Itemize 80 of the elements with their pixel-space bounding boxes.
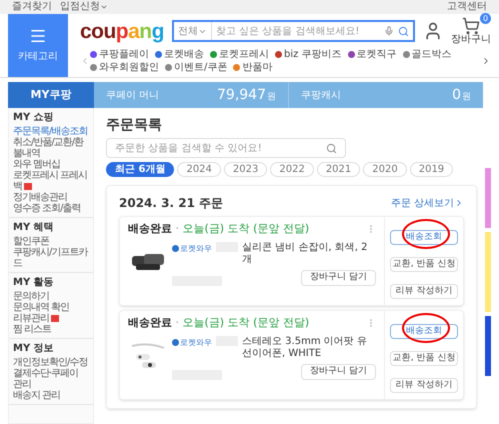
order-action-button[interactable]: 배송조회 <box>390 230 458 245</box>
stat-value: 0 원 <box>452 86 471 104</box>
category-icon <box>275 51 282 58</box>
order-action-button[interactable]: 리뷰 작성하기 <box>390 378 458 393</box>
sidebar-item[interactable]: 주문목록/배송조회 <box>13 126 89 137</box>
search-icon[interactable] <box>398 26 409 36</box>
category-icon <box>233 64 240 71</box>
period-chip[interactable]: 최근 6개월 <box>106 162 174 177</box>
period-chip[interactable]: 2020 <box>363 162 407 177</box>
sidebar-item[interactable]: 정기배송관리 <box>13 192 89 203</box>
sidebar-heading: MY 쇼핑 <box>13 111 55 124</box>
my-coupang-title: MY쿠팡 <box>8 82 94 108</box>
sidebar-item[interactable]: 문의하기 <box>13 291 89 302</box>
order-detail-link[interactable]: 주문 상세보기 <box>390 196 464 210</box>
order-search-field[interactable]: 주문한 상품을 검색할 수 있어요! <box>106 138 346 158</box>
microphone-icon[interactable] <box>384 26 394 36</box>
sidebar-item[interactable]: 할인쿠폰 <box>13 236 89 247</box>
sidebar-item[interactable]: 와우 멤버십 <box>13 159 89 170</box>
nav-link[interactable]: 로켓직구 <box>348 48 397 61</box>
category-menu-button[interactable]: 카테고리 <box>8 14 68 77</box>
sidebar-item[interactable]: 결제수단·쿠페이 관리 <box>13 368 89 390</box>
rocket-wow-badge: 로켓와우 <box>172 242 212 254</box>
product-name[interactable]: 실리콘 냄비 손잡이, 회색, 2개 <box>242 242 376 266</box>
cart-label[interactable]: 장바구니 <box>451 35 491 45</box>
sidebar-item[interactable]: 쿠팡캐시/기프트카드 <box>13 247 89 269</box>
category-icon <box>348 51 355 58</box>
period-chip[interactable]: 2019 <box>410 162 454 177</box>
search-input[interactable]: 찾고 싶은 상품을 검색해보세요! <box>212 24 380 38</box>
nav-link[interactable]: 로켓프레시 <box>210 48 269 61</box>
period-chip[interactable]: 2021 <box>316 162 360 177</box>
order-action-button[interactable]: 배송조회 <box>390 324 458 339</box>
nav-link[interactable]: 와우회원할인 <box>90 61 159 74</box>
category-select[interactable]: 전체 <box>174 22 212 40</box>
order-date: 2024. 3. 21 주문 <box>119 195 224 212</box>
order-action-button[interactable]: 교환, 반품 신청 <box>390 351 458 366</box>
add-to-cart-button[interactable]: 장바구니 담기 <box>301 364 376 380</box>
nav-link[interactable]: 로켓배송 <box>155 48 204 61</box>
logo[interactable]: coupang <box>80 20 164 42</box>
product-name[interactable]: 스테레오 3.5mm 이어팟 유선이어폰, WHITE <box>242 336 376 360</box>
nav-link[interactable]: 골드박스 <box>402 48 452 61</box>
stat-value: 79,947 원 <box>217 86 276 104</box>
nav-link[interactable]: biz 쿠팡비즈 <box>275 48 342 61</box>
period-chip[interactable]: 2023 <box>224 162 268 177</box>
nav-link[interactable]: 쿠팡플레이 <box>90 48 149 61</box>
sidebar-item[interactable]: 리뷰관리 <box>13 313 89 324</box>
rocket-wow-badge: 로켓와우 <box>172 336 212 348</box>
cart-icon[interactable] <box>462 17 480 35</box>
delivery-status: 배송완료 · 오늘(금) 도착 (문앞 전달) <box>128 315 310 331</box>
top-link[interactable]: 고객센터 <box>447 2 487 12</box>
stat-label: 쿠페이 머니 <box>106 88 160 102</box>
stat-label: 쿠팡캐시 <box>301 88 341 102</box>
sidebar-heading: MY 혜택 <box>13 221 55 234</box>
order-search-input[interactable]: 주문한 상품을 검색할 수 있어요! <box>115 140 326 156</box>
search-icon[interactable] <box>326 142 337 154</box>
period-chip[interactable]: 2024 <box>177 162 221 177</box>
sidebar-item[interactable]: 찜 리스트 <box>13 324 89 335</box>
page-title: 주문목록 <box>106 116 163 134</box>
add-to-cart-button[interactable]: 장바구니 담기 <box>301 270 376 286</box>
caret-icon <box>100 3 108 11</box>
top-link[interactable]: 즐겨찾기 <box>12 2 52 12</box>
cart-count-badge: 0 <box>480 13 491 24</box>
category-icon <box>402 51 410 58</box>
category-icon <box>210 51 217 58</box>
sidebar-item[interactable]: 영수증 조회/출력 <box>13 203 89 214</box>
nav-link[interactable]: 반품마 <box>233 61 272 74</box>
sidebar-item[interactable]: 로켓프레시 프레시백 <box>13 170 89 192</box>
period-chip[interactable]: 2022 <box>270 162 314 177</box>
search-field[interactable]: 전체 찾고 싶은 상품을 검색해보세요! <box>172 20 415 42</box>
sidebar-item[interactable]: 배송지 관리 <box>13 390 89 401</box>
top-link[interactable]: 입점신청 <box>60 2 108 12</box>
delivery-status: 배송완료 · 오늘(금) 도착 (문앞 전달) <box>128 221 310 237</box>
menu-icon <box>29 27 47 45</box>
order-action-button[interactable]: 교환, 반품 신청 <box>390 257 458 272</box>
order-action-button[interactable]: 리뷰 작성하기 <box>390 284 458 299</box>
sidebar-item[interactable]: 취소/반품/교환/환불내역 <box>13 137 89 159</box>
nav-link[interactable]: 이벤트/쿠폰 <box>165 61 228 74</box>
sidebar-heading: MY 활동 <box>13 276 55 289</box>
sidebar-heading: MY 정보 <box>13 342 55 355</box>
sidebar-item[interactable]: 문의내역 확인 <box>13 302 89 313</box>
sidebar-item[interactable]: 개인정보확인/수정 <box>13 357 89 368</box>
